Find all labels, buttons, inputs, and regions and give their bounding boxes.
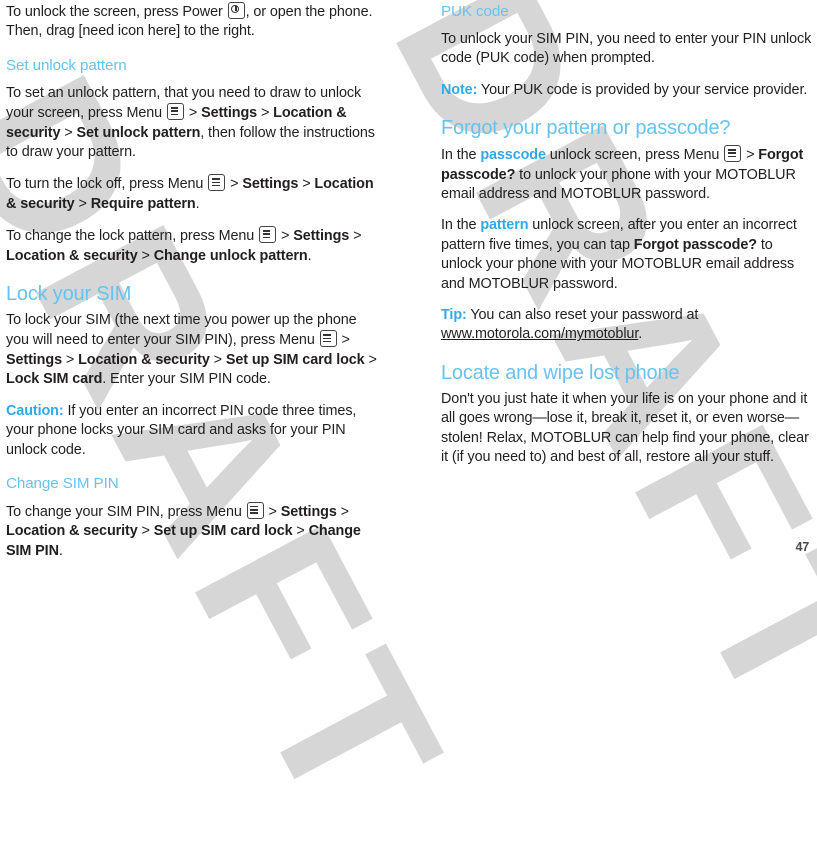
text-run: To unlock the screen, press Power [6,4,227,20]
heading-puk-code: PUK code [441,3,509,20]
menu-path-location-security: Location & security [78,351,210,368]
text-run: . [638,326,643,343]
text-run: . [195,195,200,212]
menu-path-settings: Settings [280,503,337,520]
menu-path-set-up-sim-card-lock: Set up SIM card lock [153,523,293,540]
text-run: > [257,105,274,122]
heading-set-unlock-pattern: Set unlock pattern [6,56,127,74]
text-run: > [137,523,154,540]
text-run: Your PUK code is provided by your servic… [477,81,808,98]
menu-path-settings: Settings [242,176,299,193]
text-run: In the [441,217,481,234]
text-run: > [336,503,349,520]
text-run: . [307,247,312,264]
paragraph-locate-wipe: Don't you just hate it when your life is… [441,390,809,466]
text-run: . [58,542,63,559]
text-run: To change the lock pattern, press Menu [6,228,259,245]
tip-label: Tip: [441,307,467,324]
text-run: > [298,176,315,193]
menu-path-require-pattern: Require pattern [90,195,196,212]
text-run: > [209,351,226,368]
text-run: To lock your SIM (the next time you powe… [6,312,357,349]
paragraph-note: Note: Your PUK code is provided by your … [441,81,813,100]
text-run: > [61,351,79,368]
emphasis-passcode: passcode [480,147,546,164]
paragraph-passcode-unlock-screen: In the passcode unlock screen, press Men… [441,145,813,204]
note-label: Note: [441,81,478,98]
menu-path-set-unlock-pattern: Set unlock pattern [76,124,201,141]
text-run: > [184,105,202,122]
text-run: > [137,247,154,264]
text-run: . Enter your SIM PIN code. [102,371,271,388]
menu-path-lock-sim-card: Lock SIM card [6,371,103,388]
right-column: PUK code To unlock your SIM PIN, you nee… [441,0,813,480]
menu-path-change-unlock-pattern: Change unlock pattern [153,247,308,264]
paragraph-caution: Caution: If you enter an incorrect PIN c… [6,402,378,460]
text-run: > [264,503,281,520]
paragraph-lock-sim: To lock your SIM (the next time you powe… [6,311,378,390]
menu-icon [259,226,277,244]
text-run: > [60,124,77,141]
paragraph-turn-lock-off: To turn the lock off, press Menu > Setti… [6,174,378,214]
caution-label: Caution: [6,402,64,419]
heading-lock-your-sim: Lock your SIM [6,283,132,306]
heading-locate-and-wipe-lost-phone: Locate and wipe lost phone [441,361,680,384]
paragraph-change-sim-pin: To change your SIM PIN, press Menu > Set… [6,501,378,561]
heading-forgot-pattern-or-passcode: Forgot your pattern or passcode? [441,117,731,140]
text-run: > [349,228,362,245]
menu-path-location-security: Location & security [6,523,138,540]
paragraph-unlock-screen: To unlock the screen, press Power , or o… [6,2,378,42]
text-run: To change your SIM PIN, press Menu [6,503,246,520]
power-icon [227,2,245,19]
paragraph-set-unlock-pattern: To set an unlock pattern, that you need … [6,84,378,163]
menu-path-forgot-passcode: Forgot passcode? [633,236,757,253]
menu-path-settings: Settings [201,105,258,122]
heading-change-sim-pin: Change SIM PIN [6,474,119,492]
menu-icon [319,330,337,348]
paragraph-pattern-unlock-screen: In the pattern unlock screen, after you … [441,216,813,294]
menu-path-set-up-sim-card-lock: Set up SIM card lock [225,351,365,368]
menu-icon [724,145,742,163]
paragraph-change-lock-pattern: To change the lock pattern, press Menu >… [6,226,378,266]
text-run: unlock screen, press Menu [545,147,724,164]
menu-path-location-security: Location & security [6,247,138,264]
paragraph-puk-code: To unlock your SIM PIN, you need to ente… [441,31,812,67]
menu-icon [246,501,264,519]
text-run: To turn the lock off, press Menu [6,176,208,193]
manual-page: To unlock the screen, press Power , or o… [0,0,817,560]
emphasis-pattern: pattern [480,217,529,234]
text-run: > [364,351,377,368]
menu-path-settings: Settings [293,228,350,245]
text-run: > [74,195,91,212]
text-run: > [292,523,309,540]
text-run: > [742,147,759,164]
menu-path-settings: Settings [6,351,62,368]
paragraph-tip: Tip: You can also reset your password at… [441,306,813,345]
left-column: To unlock the screen, press Power , or o… [6,0,378,573]
page-number: 47 [795,540,809,554]
motoblur-url-link[interactable]: www.motorola.com/mymotoblur [441,326,638,342]
menu-icon [208,174,226,192]
text-run: > [277,228,294,245]
text-run: > [226,176,243,193]
text-run: You can also reset your password at [466,307,699,324]
text-run: In the [441,147,481,164]
text-run: > [337,332,350,349]
menu-icon [166,103,184,121]
